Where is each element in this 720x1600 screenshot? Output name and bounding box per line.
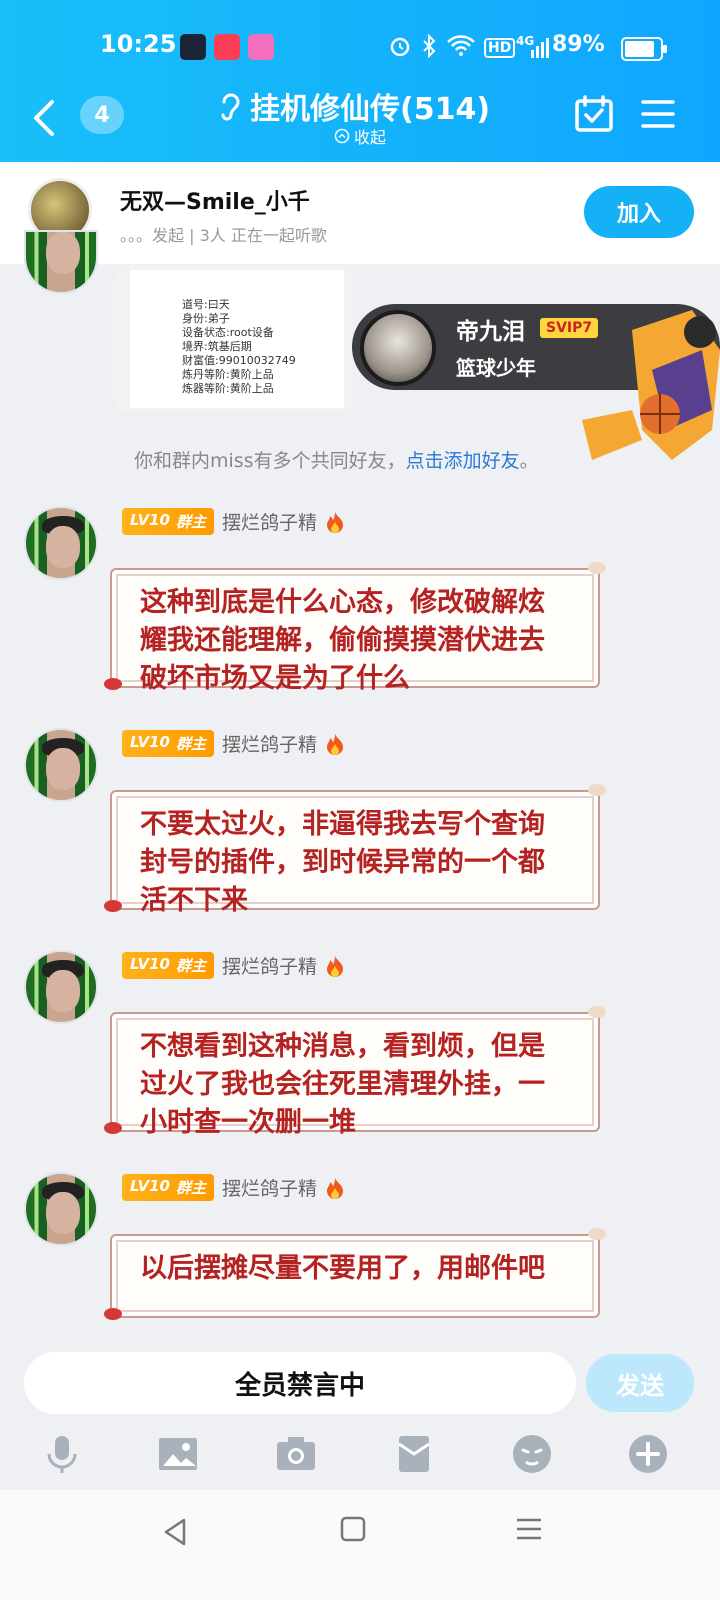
message-header: LV10 群主 摆烂鸽子精 bbox=[122, 1174, 345, 1201]
battery-icon bbox=[621, 37, 667, 61]
bubble-decoration bbox=[104, 1122, 122, 1134]
role-label: 群主 bbox=[175, 957, 206, 975]
notification-pink-icon bbox=[248, 34, 274, 60]
fire-icon bbox=[327, 1177, 344, 1199]
notification-app-icon bbox=[180, 34, 206, 60]
back-arrow-icon[interactable] bbox=[26, 96, 66, 140]
image-icon[interactable] bbox=[156, 1432, 200, 1476]
level-label: LV10 bbox=[130, 733, 170, 751]
image-line: 身份:弟子 bbox=[182, 312, 230, 325]
message-text: 这种到底是什么心态，修改破解炫耀我还能理解，偷偷摸摸潜伏进去破坏市场又是为了什么 bbox=[140, 587, 545, 694]
profile-card-avatar[interactable] bbox=[360, 310, 436, 386]
image-line: 设备状态:root设备 bbox=[182, 326, 274, 339]
bubble-decoration bbox=[104, 678, 122, 690]
music-host-name: 无双—Smile_小千 bbox=[120, 190, 310, 215]
level-label: LV10 bbox=[130, 955, 170, 973]
status-time: 10:25 bbox=[100, 30, 177, 58]
nav-home-icon[interactable] bbox=[338, 1514, 368, 1544]
chevron-up-icon bbox=[334, 128, 350, 144]
calendar-check-icon[interactable] bbox=[574, 94, 614, 134]
image-line: 财富值:99010032749 bbox=[182, 354, 296, 367]
fire-icon bbox=[327, 955, 344, 977]
image-line: 道号:曰天 bbox=[182, 298, 230, 311]
level-label: LV10 bbox=[130, 511, 170, 529]
message-bubble[interactable]: 不想看到这种消息，看到烦，但是过火了我也会往死里清理外挂，一小时查一次删一堆 bbox=[104, 1006, 606, 1138]
bubble-decoration bbox=[104, 1308, 122, 1320]
message-header: LV10 群主 摆烂鸽子精 bbox=[122, 952, 345, 979]
role-label: 群主 bbox=[175, 513, 206, 531]
music-status: 。。。发起 | 3人 正在一起听歌 bbox=[120, 226, 327, 245]
sender-avatar[interactable] bbox=[24, 728, 98, 802]
sender-avatar[interactable] bbox=[24, 950, 98, 1024]
group-title[interactable]: 挂机修仙传(514) bbox=[250, 84, 490, 128]
menu-icon[interactable] bbox=[640, 96, 676, 132]
profile-card-name: 帝九泪 bbox=[456, 319, 525, 345]
sender-name[interactable]: 摆烂鸽子精 bbox=[222, 952, 317, 979]
sender-avatar[interactable] bbox=[24, 1172, 98, 1246]
message-text: 不想看到这种消息，看到烦，但是过火了我也会往死里清理外挂，一小时查一次删一堆 bbox=[140, 1031, 545, 1138]
friend-tip-text: 你和群内miss有多个共同好友， bbox=[134, 450, 406, 472]
red-packet-icon[interactable] bbox=[392, 1432, 436, 1476]
role-label: 群主 bbox=[175, 1179, 206, 1197]
hd-label: HD bbox=[484, 38, 516, 58]
bubble-decoration bbox=[588, 1228, 606, 1240]
image-line: 炼器等阶:黄阶上品 bbox=[182, 382, 274, 395]
message-bubble[interactable]: 这种到底是什么心态，修改破解炫耀我还能理解，偷偷摸摸潜伏进去破坏市场又是为了什么 bbox=[104, 562, 606, 694]
plus-icon[interactable] bbox=[626, 1432, 670, 1476]
join-button[interactable]: 加入 bbox=[584, 186, 694, 238]
system-nav-bar bbox=[0, 1490, 720, 1600]
image-line: 境界:筑基后期 bbox=[182, 340, 252, 353]
friend-tip: 你和群内miss有多个共同好友，点击添加好友。 bbox=[134, 446, 539, 473]
send-button[interactable]: 发送 bbox=[586, 1354, 694, 1412]
emoji-icon[interactable] bbox=[510, 1432, 554, 1476]
message-header: LV10 群主 摆烂鸽子精 bbox=[122, 730, 345, 757]
nav-back-icon[interactable] bbox=[160, 1516, 192, 1548]
message-header: LV10 群主 摆烂鸽子精 bbox=[122, 508, 345, 535]
image-content: 道号:曰天 身份:弟子 设备状态:root设备 境界:筑基后期 财富值:9901… bbox=[130, 270, 344, 408]
image-message[interactable]: 道号:曰天 身份:弟子 设备状态:root设备 境界:筑基后期 财富值:9901… bbox=[114, 266, 352, 412]
sender-name[interactable]: 摆烂鸽子精 bbox=[222, 1174, 317, 1201]
avatar[interactable] bbox=[24, 230, 98, 294]
bubble-decoration bbox=[588, 562, 606, 574]
level-tag: LV10 群主 bbox=[122, 508, 214, 535]
bluetooth-icon bbox=[423, 34, 436, 58]
level-label: LV10 bbox=[130, 1177, 170, 1195]
image-text-block: 道号:曰天 身份:弟子 设备状态:root设备 境界:筑基后期 财富值:9901… bbox=[182, 298, 296, 396]
level-tag: LV10 群主 bbox=[122, 1174, 214, 1201]
message-bubble[interactable]: 以后摆摊尽量不要用了，用邮件吧 bbox=[104, 1228, 606, 1320]
message-bubble[interactable]: 不要太过火，非逼得我去写个查询封号的插件，到时候异常的一个都活不下来 bbox=[104, 784, 606, 916]
friend-tip-end: 。 bbox=[519, 450, 539, 472]
alarm-icon bbox=[390, 37, 410, 57]
message-input[interactable]: 全员禁言中 bbox=[24, 1352, 576, 1414]
header: 10:25 HD 4G 89% 4 挂机修仙传(514) 收起 bbox=[0, 0, 720, 162]
bubble-decoration bbox=[104, 900, 122, 912]
bubble-decoration bbox=[588, 784, 606, 796]
fire-icon bbox=[327, 733, 344, 755]
message-text: 以后摆摊尽量不要用了，用邮件吧 bbox=[140, 1253, 545, 1284]
basketball-player-art bbox=[582, 310, 720, 460]
battery-percent: 89% bbox=[552, 32, 605, 57]
profile-card-title: 篮球少年 bbox=[456, 356, 536, 380]
nav-menu-icon[interactable] bbox=[514, 1514, 544, 1544]
image-line: 炼丹等阶:黄阶上品 bbox=[182, 368, 274, 381]
mic-icon[interactable] bbox=[40, 1432, 84, 1476]
role-label: 群主 bbox=[175, 735, 206, 753]
sender-name[interactable]: 摆烂鸽子精 bbox=[222, 730, 317, 757]
ear-icon[interactable] bbox=[216, 88, 244, 122]
notification-video-icon bbox=[214, 34, 240, 60]
collapse-toggle[interactable]: 收起 bbox=[334, 124, 386, 148]
collapse-label: 收起 bbox=[354, 128, 387, 147]
unread-badge[interactable]: 4 bbox=[80, 96, 124, 134]
camera-icon[interactable] bbox=[274, 1432, 318, 1476]
bubble-decoration bbox=[588, 1006, 606, 1018]
add-friend-link[interactable]: 点击添加好友 bbox=[406, 450, 520, 472]
level-tag: LV10 群主 bbox=[122, 952, 214, 979]
wifi-icon bbox=[447, 35, 475, 56]
level-tag: LV10 群主 bbox=[122, 730, 214, 757]
sender-avatar[interactable] bbox=[24, 506, 98, 580]
fire-icon bbox=[327, 511, 344, 533]
signal-icon bbox=[531, 38, 549, 58]
sender-name[interactable]: 摆烂鸽子精 bbox=[222, 508, 317, 535]
message-text: 不要太过火，非逼得我去写个查询封号的插件，到时候异常的一个都活不下来 bbox=[140, 809, 545, 916]
